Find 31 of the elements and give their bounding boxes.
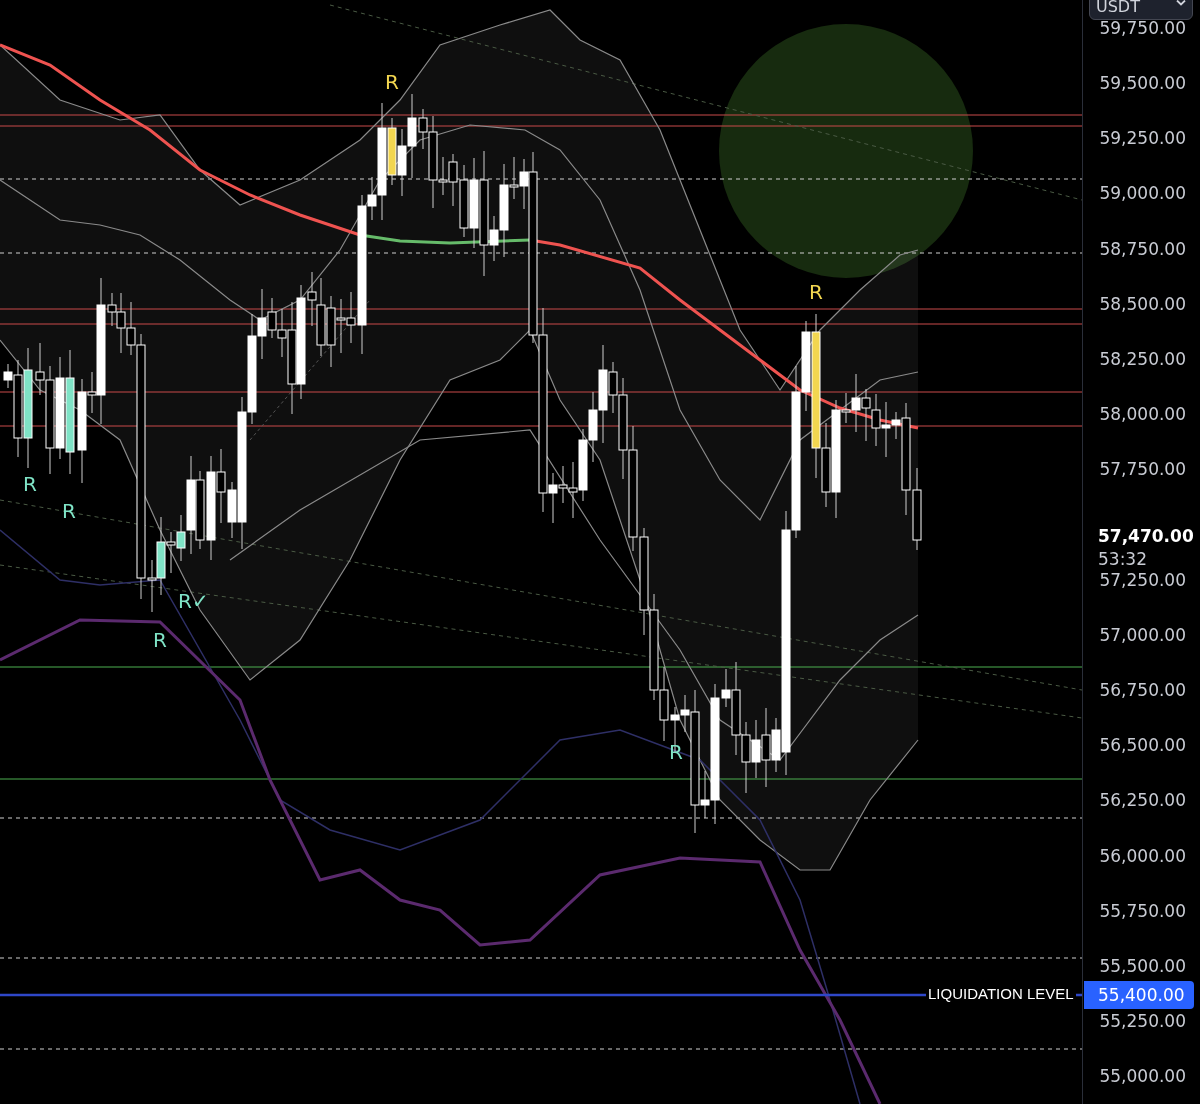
signal-marker: R [809, 282, 823, 302]
signal-marker: R [153, 630, 167, 650]
price-axis-label: 57,250.00 [1099, 568, 1186, 591]
signal-marker: R [669, 742, 683, 762]
signal-marker: R [385, 72, 399, 92]
price-axis-label: 58,500.00 [1099, 292, 1186, 315]
price-axis-label: 55,000.00 [1099, 1065, 1186, 1088]
price-axis-label: 59,000.00 [1099, 182, 1186, 205]
price-axis-label: 56,000.00 [1099, 844, 1186, 867]
price-axis-label: 59,250.00 [1099, 127, 1186, 150]
currency-label: USDT [1096, 0, 1140, 17]
signal-marker: R✓ [178, 591, 209, 611]
price-axis-label: 59,500.00 [1099, 72, 1186, 95]
price-axis-label: 55,500.00 [1099, 955, 1186, 978]
price-axis-label: 57,000.00 [1099, 623, 1186, 646]
current-price: 57,470.00 [1098, 525, 1194, 548]
signal-marker: R [62, 501, 76, 521]
chevron-down-icon [1176, 0, 1186, 7]
price-axis-label: 58,250.00 [1099, 347, 1186, 370]
price-axis-label: 55,750.00 [1099, 899, 1186, 922]
liquidation-price-tag: 55,400.00 [1084, 981, 1194, 1009]
signal-marker: R [23, 474, 37, 494]
price-axis-label: 56,250.00 [1099, 789, 1186, 812]
price-axis-label: 57,750.00 [1099, 458, 1186, 481]
candle-countdown: 53:32 [1098, 548, 1147, 570]
price-axis-label: 58,000.00 [1099, 403, 1186, 426]
price-axis-label: 58,750.00 [1099, 237, 1186, 260]
price-axis-label: 55,250.00 [1099, 1010, 1186, 1033]
price-axis-label: 56,500.00 [1099, 734, 1186, 757]
currency-selector[interactable]: USDT [1089, 0, 1193, 20]
price-axis-label: 56,750.00 [1099, 679, 1186, 702]
